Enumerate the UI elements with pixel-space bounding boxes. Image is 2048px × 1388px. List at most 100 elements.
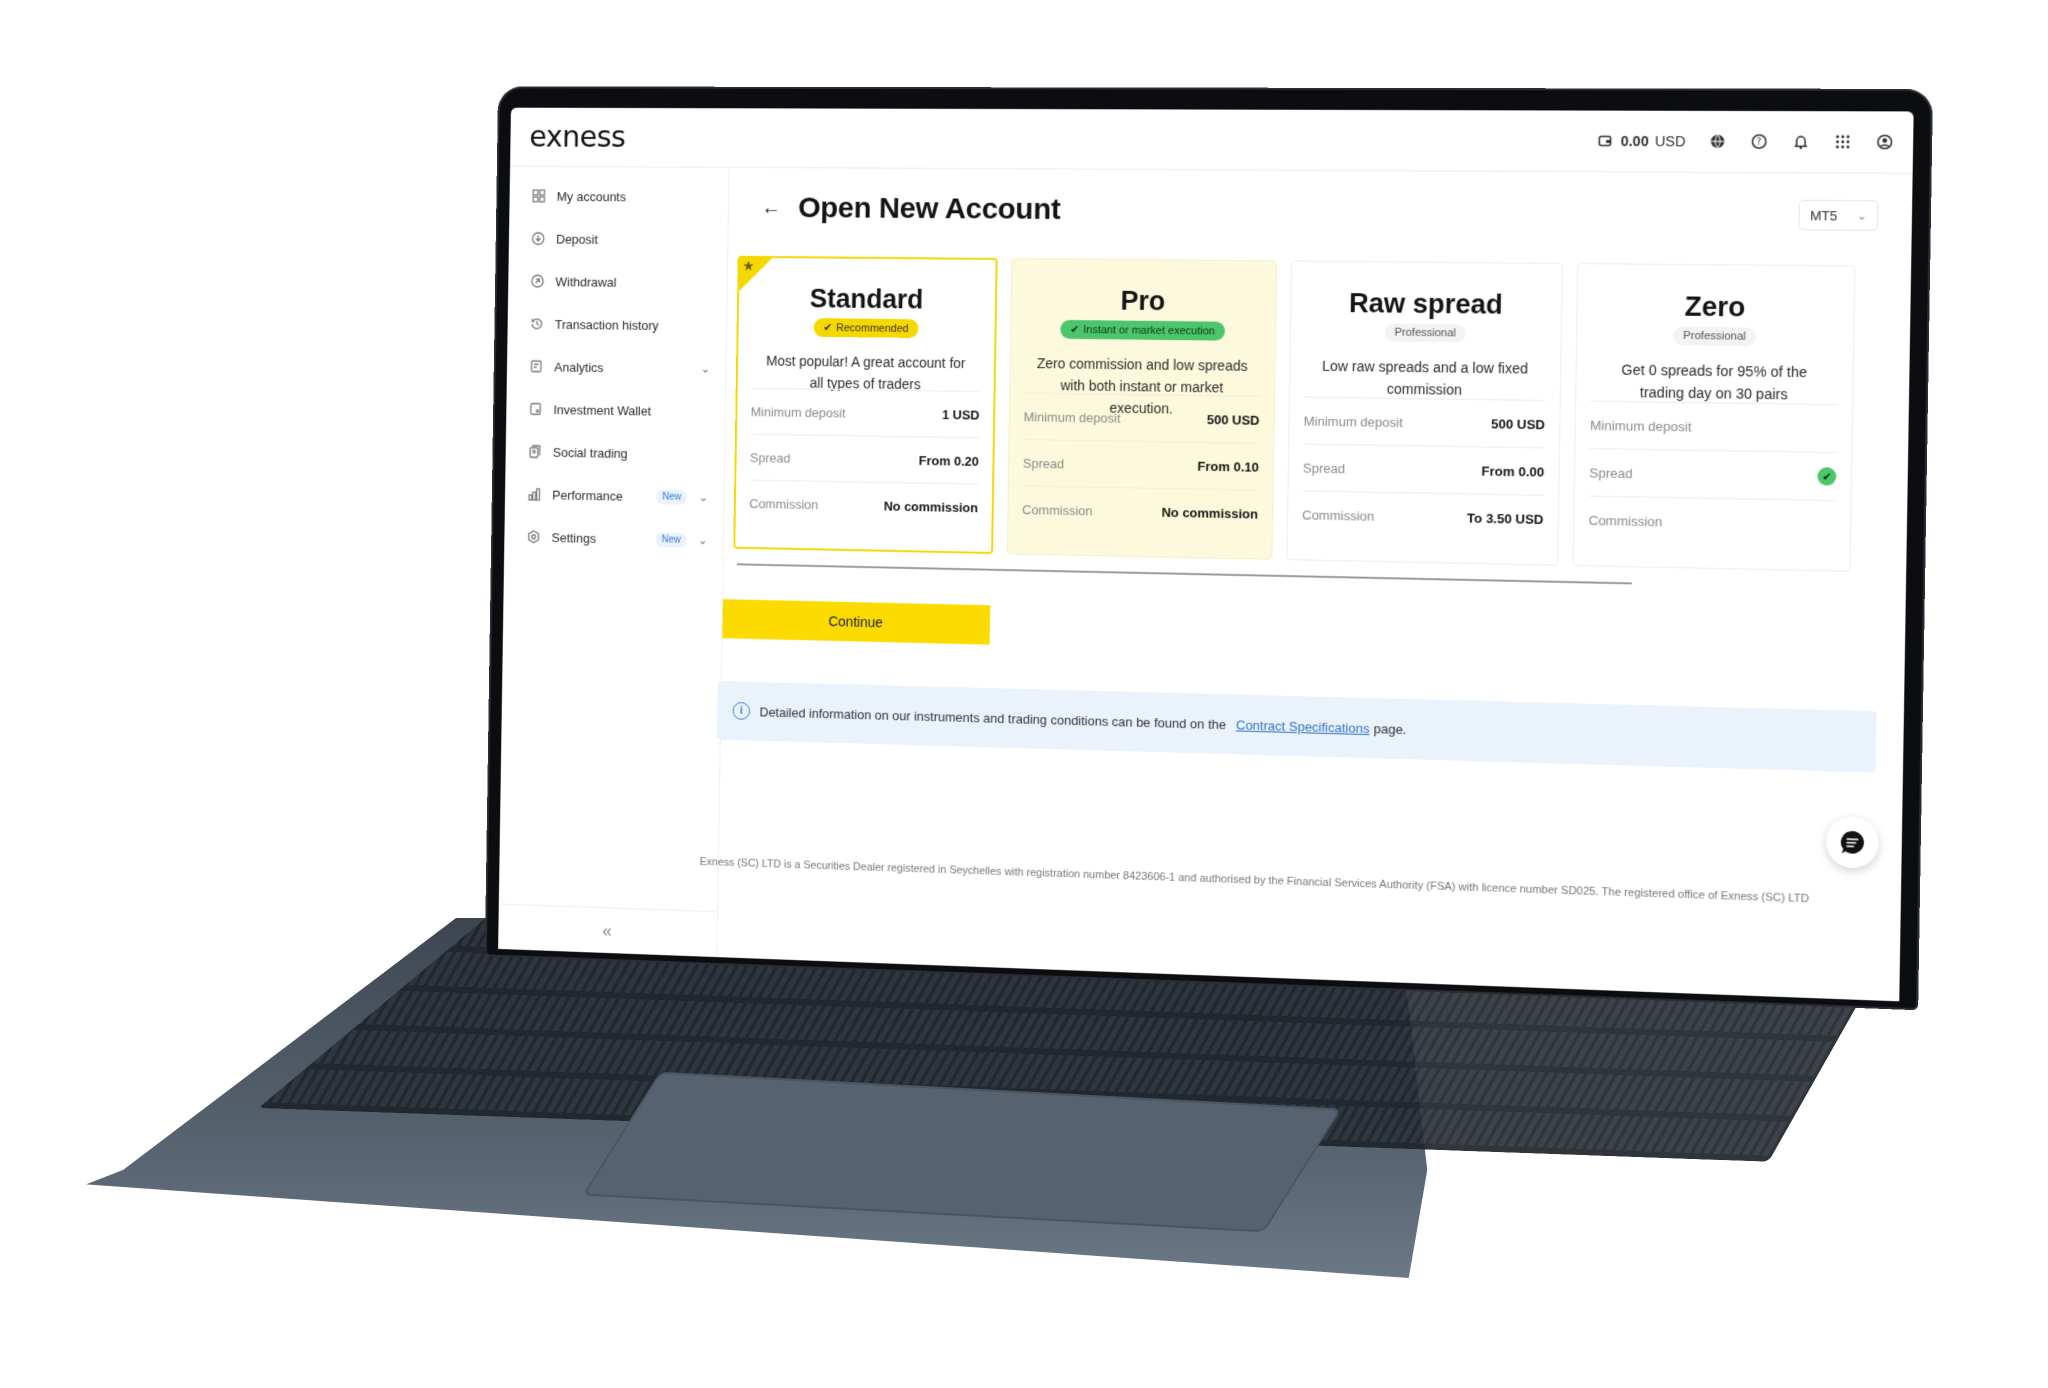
sidebar-item-label: Deposit (556, 231, 598, 247)
help-icon[interactable]: ? (1750, 132, 1769, 150)
card-tag: Professional (1672, 326, 1757, 346)
sidebar-item-my-accounts[interactable]: My accounts (509, 174, 728, 218)
balance-display[interactable]: 0.00 USD (1596, 132, 1686, 151)
sidebar-item-settings[interactable]: Settings New ⌄ (504, 515, 723, 562)
card-tag-label: Professional (1682, 329, 1747, 343)
spec-row: Spread From 0.10 (1022, 439, 1260, 490)
spec-label: Commission (1022, 501, 1093, 518)
spec-label: Minimum deposit (1023, 408, 1121, 426)
wallet-icon (527, 400, 544, 418)
account-card-pro[interactable]: Pro ✔ Instant or market execution Zero c… (1006, 258, 1278, 560)
platform-select[interactable]: MT5 ⌄ (1798, 199, 1879, 231)
top-bar: exness 0.00 USD ? (510, 107, 1914, 174)
history-icon (528, 315, 545, 333)
apps-grid-icon[interactable] (1833, 133, 1852, 151)
sidebar-item-label: My accounts (556, 188, 627, 204)
sidebar-item-transaction-history[interactable]: Transaction history (507, 302, 726, 347)
card-specs: Minimum deposit 1 USD Spread From 0.20 Com… (748, 387, 980, 531)
chat-bubble-icon (1840, 830, 1865, 854)
spec-row: Spread ✔ (1589, 448, 1837, 501)
continue-button[interactable]: Continue (722, 599, 991, 645)
account-card-standard[interactable]: ★ Standard ✔ Recommended Most popular! A… (733, 255, 998, 554)
spec-label: Spread (749, 449, 791, 466)
spec-label: Minimum deposit (1303, 413, 1403, 430)
spec-value: 1 USD (942, 406, 980, 423)
legal-footer: Exness (SC) LTD is a Securities Dealer r… (699, 856, 1810, 906)
chevron-down-icon[interactable]: ⌄ (698, 533, 708, 547)
spec-label: Minimum deposit (1590, 417, 1692, 435)
main-content: ← Open New Account MT5 ⌄ ★ Standard ✔ Re… (700, 168, 1912, 1002)
card-specs: Minimum deposit 500 USD Spread From 0.00 C… (1301, 396, 1546, 543)
spec-row: Minimum deposit 1 USD (750, 387, 980, 438)
platform-value: MT5 (1810, 207, 1838, 223)
bell-icon[interactable] (1791, 133, 1810, 151)
spec-value: From 0.00 (1481, 462, 1545, 480)
spec-row: Spread From 0.20 (749, 433, 980, 484)
back-arrow-icon[interactable]: ← (761, 197, 781, 220)
analytics-icon (528, 358, 545, 376)
info-text: Detailed information on our instruments … (759, 704, 1227, 732)
deposit-icon (530, 230, 547, 248)
spec-row: Spread From 0.00 (1302, 443, 1545, 495)
performance-icon (526, 485, 543, 503)
spec-label: Minimum deposit (750, 403, 846, 420)
withdrawal-icon (529, 272, 546, 290)
info-text-end: page. (1373, 720, 1407, 737)
spec-value: 500 USD (1491, 415, 1546, 432)
spec-label: Commission (1302, 506, 1375, 524)
chevron-down-icon[interactable]: ⌄ (700, 362, 710, 376)
spec-row: Commission No commission (748, 479, 979, 531)
sidebar-collapse-button[interactable]: « (498, 903, 718, 958)
laptop-lid: exness 0.00 USD ? My accounts Deposit Wi… (484, 86, 1934, 1011)
sidebar-item-investment-wallet[interactable]: Investment Wallet (506, 387, 725, 433)
spec-label: Commission (749, 495, 819, 512)
page-title: Open New Account (797, 191, 1061, 226)
header-actions: 0.00 USD ? (1596, 132, 1895, 151)
contract-specifications-link[interactable]: Contract Specifications (1236, 717, 1370, 736)
spec-row: Minimum deposit 500 USD (1023, 392, 1260, 443)
account-card-zero[interactable]: Zero Professional Get 0 spreads for 95% … (1572, 263, 1856, 572)
brand-logo[interactable]: exness (529, 120, 626, 154)
globe-icon[interactable] (1708, 132, 1727, 150)
cards-scrollbar[interactable] (736, 563, 1632, 585)
spec-value: From 0.10 (1197, 458, 1259, 475)
sidebar-item-withdrawal[interactable]: Withdrawal (508, 260, 727, 305)
card-title: Raw spread (1348, 288, 1503, 320)
info-icon: i (732, 701, 751, 720)
card-title: Standard (809, 283, 924, 315)
spec-value: 500 USD (1206, 411, 1260, 428)
spec-row: Minimum deposit 500 USD (1303, 396, 1546, 448)
sidebar-item-label: Investment Wallet (553, 401, 652, 418)
sidebar-item-social-trading[interactable]: Social trading (505, 430, 724, 476)
spec-row: Commission No commission (1021, 485, 1259, 537)
info-banner: i Detailed information on our instrument… (716, 680, 1877, 773)
account-type-cards: ★ Standard ✔ Recommended Most popular! A… (733, 255, 1911, 573)
spec-value: No commission (883, 498, 979, 515)
sidebar: My accounts Deposit Withdrawal Transacti… (498, 166, 730, 958)
chevron-down-icon[interactable]: ⌄ (698, 490, 708, 504)
sidebar-item-label: Analytics (554, 359, 604, 375)
profile-icon[interactable] (1875, 133, 1894, 151)
spec-value: No commission (1161, 504, 1259, 522)
check-circle-icon: ✔ (1817, 467, 1837, 486)
spec-row: Commission To 3.50 USD (1301, 490, 1544, 543)
card-title: Zero (1684, 291, 1746, 323)
spec-label: Spread (1589, 464, 1633, 481)
sidebar-item-label: Social trading (552, 444, 628, 461)
spec-value: To 3.50 USD (1466, 510, 1544, 527)
settings-icon (525, 528, 542, 546)
sidebar-item-analytics[interactable]: Analytics ⌄ (507, 345, 726, 391)
spec-value: From 0.20 (918, 452, 979, 469)
laptop-scene: exness 0.00 USD ? My accounts Deposit Wi… (0, 0, 2048, 1388)
sidebar-item-performance[interactable]: Performance New ⌄ (505, 472, 724, 519)
card-tag-label: Recommended (836, 321, 909, 335)
balance-currency: USD (1654, 133, 1686, 150)
card-tag: Professional (1384, 323, 1467, 343)
account-card-raw-spread[interactable]: Raw spread Professional Low raw spreads … (1286, 260, 1563, 566)
app-screen: exness 0.00 USD ? My accounts Deposit Wi… (498, 107, 1914, 1002)
spec-label: Spread (1302, 459, 1346, 476)
sidebar-item-label: Transaction history (554, 316, 659, 333)
sidebar-item-deposit[interactable]: Deposit (509, 217, 728, 262)
double-chevron-left-icon: « (602, 920, 613, 941)
chat-button[interactable] (1825, 816, 1880, 869)
